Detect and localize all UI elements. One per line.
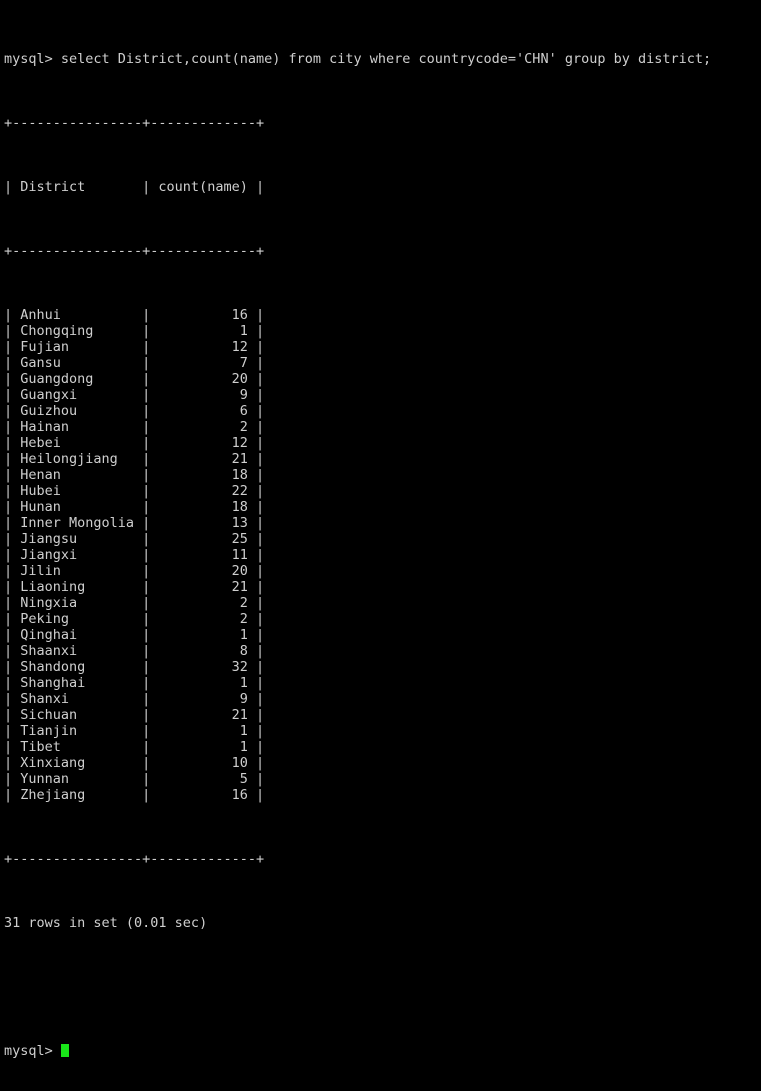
table-row: | Gansu | 7 | <box>4 355 265 371</box>
table-row: | Jiangsu | 25 | <box>4 531 265 547</box>
table-row: | Guangxi | 9 | <box>4 387 265 403</box>
table-row: | Qinghai | 1 | <box>4 627 265 643</box>
table-row: | Guizhou | 6 | <box>4 403 265 419</box>
table-row: | Shanxi | 9 | <box>4 691 265 707</box>
table-header-row: | District | count(name) | <box>4 179 265 195</box>
command-text: select District,count(name) from city wh… <box>60 51 712 67</box>
table-row: | Hubei | 22 | <box>4 483 265 499</box>
table-body: | Anhui | 16 | | Chongqing | 1 | | Fujian … <box>4 307 761 803</box>
table-row: | Shaanxi | 8 | <box>4 643 265 659</box>
prompt-label-final: mysql> <box>4 1043 61 1059</box>
table-bottom-border: +----------------+-------------+ <box>4 851 265 867</box>
table-row: | Hebei | 12 | <box>4 435 265 451</box>
table-row: | Sichuan | 21 | <box>4 707 265 723</box>
table-row: | Anhui | 16 | <box>4 307 265 323</box>
table-row: | Heilongjiang | 21 | <box>4 451 265 467</box>
prompt-label: mysql> <box>4 51 61 67</box>
table-row: | Ningxia | 2 | <box>4 595 265 611</box>
table-row: | Hunan | 18 | <box>4 499 265 515</box>
table-row: | Zhejiang | 16 | <box>4 787 265 803</box>
table-row: | Jilin | 20 | <box>4 563 265 579</box>
table-row: | Liaoning | 21 | <box>4 579 265 595</box>
table-top-border: +----------------+-------------+ <box>4 115 265 131</box>
table-row: | Peking | 2 | <box>4 611 265 627</box>
table-row: | Tibet | 1 | <box>4 739 265 755</box>
table-row: | Shanghai | 1 | <box>4 675 265 691</box>
table-row: | Guangdong | 20 | <box>4 371 265 387</box>
table-row: | Inner Mongolia | 13 | <box>4 515 265 531</box>
active-prompt-line[interactable]: mysql> <box>4 1043 761 1059</box>
result-status: 31 rows in set (0.01 sec) <box>4 915 208 931</box>
table-row: | Henan | 18 | <box>4 467 265 483</box>
table-row: | Shandong | 32 | <box>4 659 265 675</box>
table-row: | Xinxiang | 10 | <box>4 755 265 771</box>
text-cursor <box>60 1044 69 1057</box>
command-line: mysql> select District,count(name) from … <box>4 51 761 67</box>
table-row: | Jiangxi | 11 | <box>4 547 265 563</box>
table-header-border: +----------------+-------------+ <box>4 243 265 259</box>
terminal-window[interactable]: mysql> select District,count(name) from … <box>0 0 761 1059</box>
table-row: | Yunnan | 5 | <box>4 771 265 787</box>
table-row: | Tianjin | 1 | <box>4 723 265 739</box>
table-row: | Hainan | 2 | <box>4 419 265 435</box>
table-row: | Chongqing | 1 | <box>4 323 265 339</box>
table-row: | Fujian | 12 | <box>4 339 265 355</box>
